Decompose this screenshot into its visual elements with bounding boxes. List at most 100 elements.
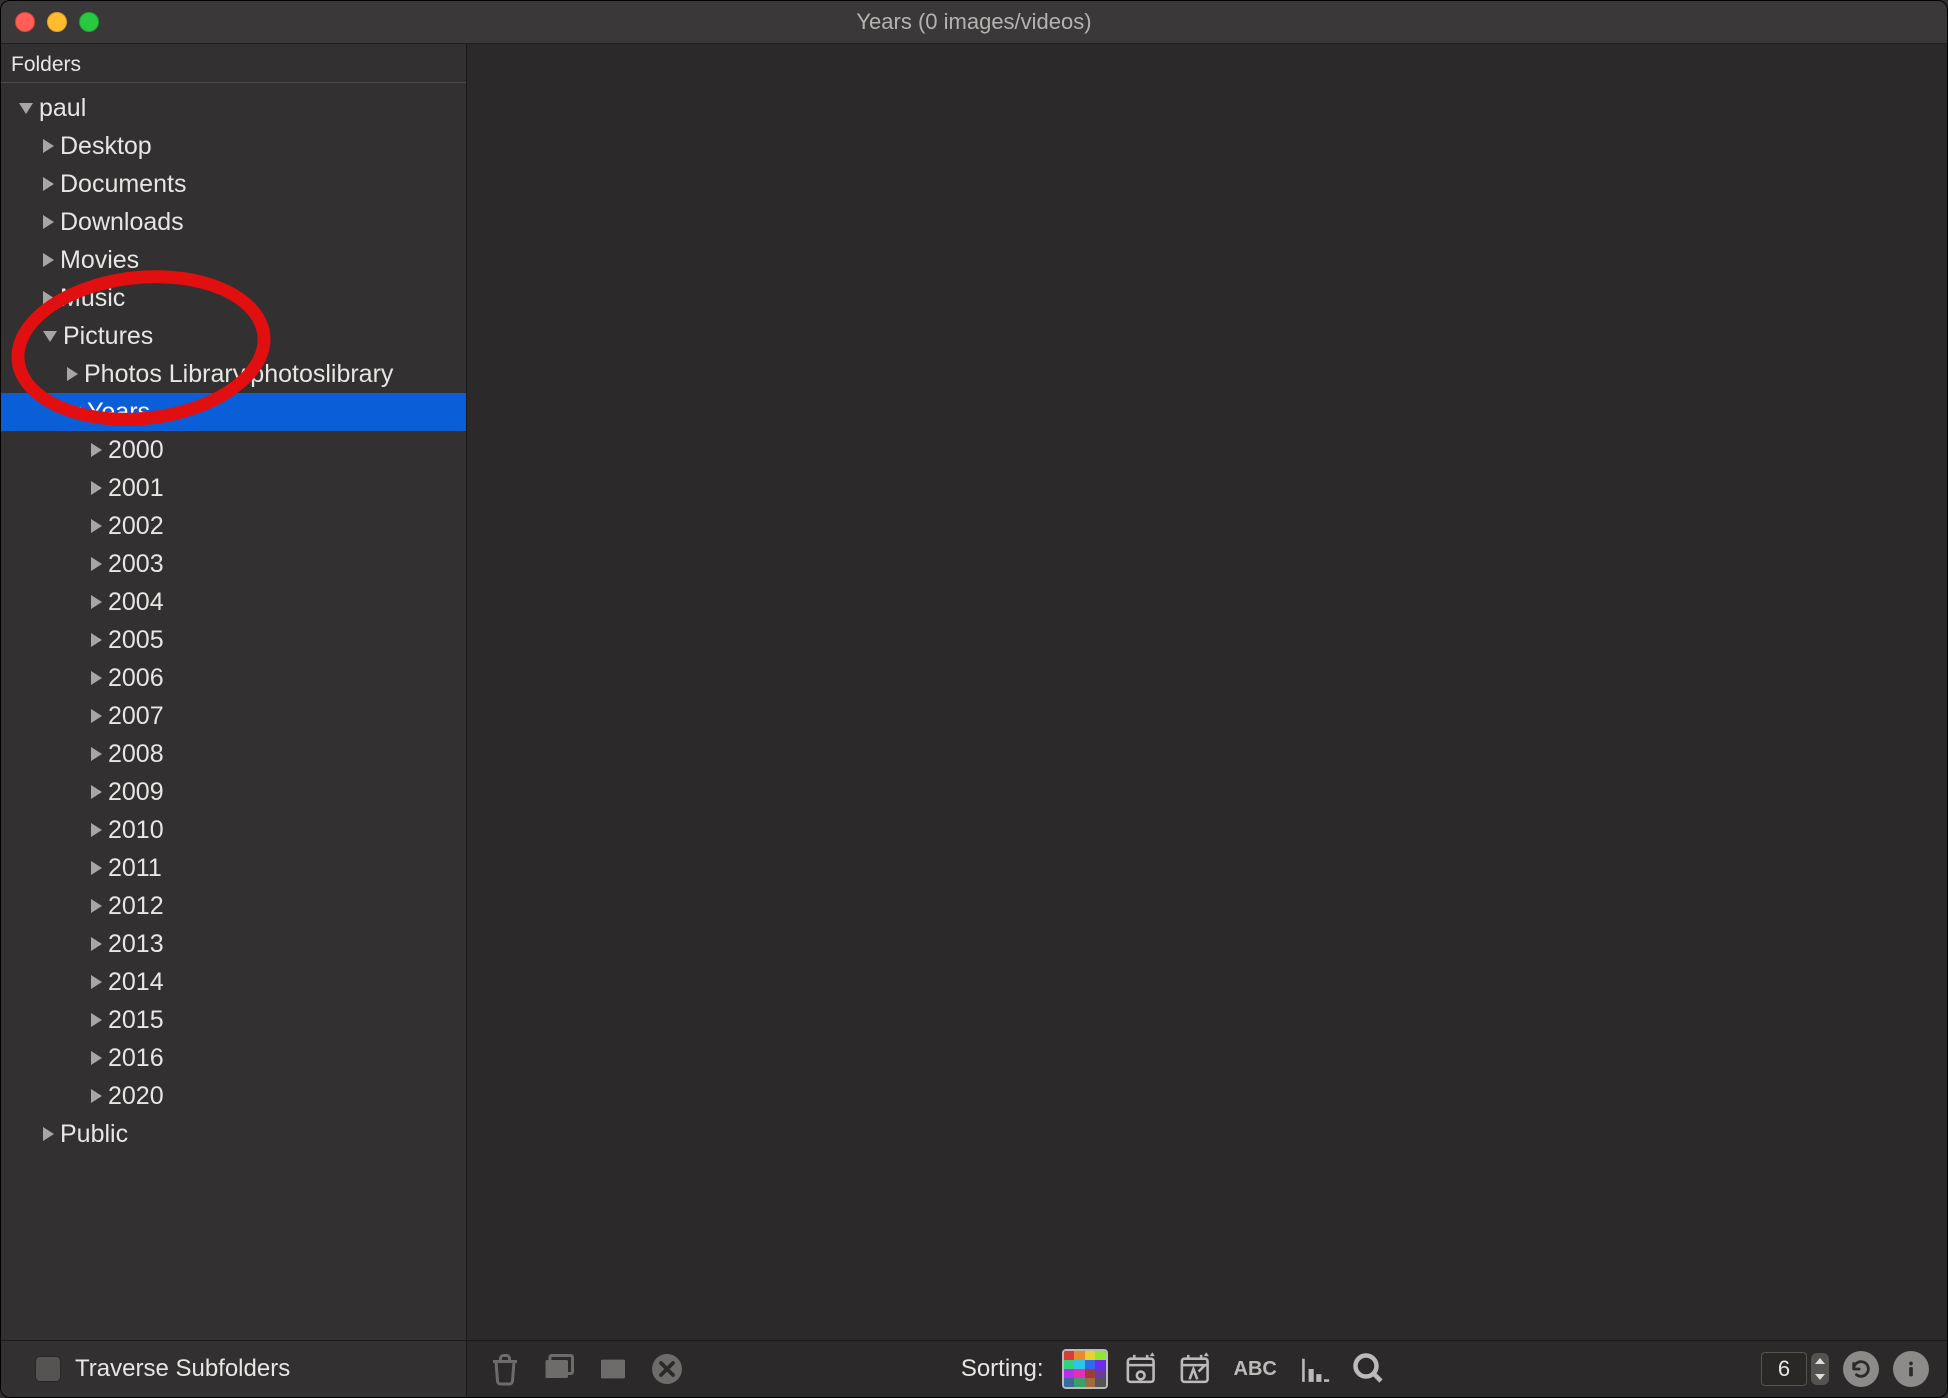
zoom-window-button[interactable] [79,12,99,32]
tree-item[interactable]: 2002 [1,507,466,545]
tree-item-label: 2020 [108,1082,164,1111]
disclosure-right-icon[interactable] [91,671,102,685]
thumbnail-columns-value[interactable]: 6 [1761,1352,1807,1386]
image-viewer[interactable] [467,44,1947,1340]
disclosure-right-icon[interactable] [91,747,102,761]
tree-item[interactable]: 2003 [1,545,466,583]
sorting-label: Sorting: [961,1355,1044,1383]
search-icon[interactable] [1349,1349,1389,1389]
tree-item-label: 2002 [108,512,164,541]
tree-item[interactable]: Desktop [1,127,466,165]
tree-item[interactable]: 2004 [1,583,466,621]
tree-item[interactable]: Public [1,1115,466,1153]
disclosure-right-icon[interactable] [91,899,102,913]
disclosure-right-icon[interactable] [91,443,102,457]
tree-item[interactable]: 2005 [1,621,466,659]
traverse-subfolders-label: Traverse Subfolders [75,1355,290,1383]
tree-item[interactable]: 2014 [1,963,466,1001]
tree-item-label: 2003 [108,550,164,579]
sidebar-header: Folders [1,44,466,83]
tree-item-label: Desktop [60,132,152,161]
minimize-window-button[interactable] [47,12,67,32]
traverse-subfolders-checkbox[interactable] [35,1356,61,1382]
disclosure-right-icon[interactable] [91,519,102,533]
sort-date-modified-button[interactable] [1176,1349,1216,1389]
sort-date-taken-button[interactable] [1122,1349,1162,1389]
trash-icon[interactable] [485,1349,525,1389]
disclosure-down-icon[interactable] [19,103,33,114]
disclosure-right-icon[interactable] [43,1127,54,1141]
disclosure-right-icon[interactable] [91,1051,102,1065]
tree-item[interactable]: 2020 [1,1077,466,1115]
disclosure-right-icon[interactable] [91,937,102,951]
tree-item-label: Documents [60,170,186,199]
clear-icon[interactable] [647,1349,687,1389]
disclosure-down-icon[interactable] [43,331,57,342]
sidebar-footer: Traverse Subfolders [1,1340,466,1397]
tree-item[interactable]: 2015 [1,1001,466,1039]
disclosure-right-icon[interactable] [91,633,102,647]
disclosure-right-icon[interactable] [43,291,54,305]
tree-item[interactable]: 2012 [1,887,466,925]
tree-item-label: 2005 [108,626,164,655]
tree-item-label: 2004 [108,588,164,617]
disclosure-right-icon[interactable] [91,823,102,837]
tree-item-label: 2000 [108,436,164,465]
disclosure-right-icon[interactable] [91,557,102,571]
tree-item[interactable]: Music [1,279,466,317]
tree-item[interactable]: 2013 [1,925,466,963]
disclosure-right-icon[interactable] [91,975,102,989]
info-button[interactable] [1893,1351,1929,1387]
tree-item[interactable]: 2016 [1,1039,466,1077]
sort-by-color-button[interactable] [1062,1349,1108,1389]
thumbnail-columns-arrows[interactable] [1811,1353,1829,1385]
disclosure-right-icon[interactable] [91,481,102,495]
tree-item[interactable]: 2008 [1,735,466,773]
refresh-button[interactable] [1843,1351,1879,1387]
tree-item-label: Downloads [60,208,184,237]
tree-item-label: 2008 [108,740,164,769]
tree-item[interactable]: 2011 [1,849,466,887]
window-title: Years (0 images/videos) [1,9,1947,35]
tree-item-pictures[interactable]: Pictures [1,317,466,355]
disclosure-down-icon[interactable] [67,407,81,418]
disclosure-right-icon[interactable] [91,709,102,723]
disclosure-right-icon[interactable] [43,215,54,229]
disclosure-right-icon[interactable] [91,1013,102,1027]
folder-tree[interactable]: paul Desktop Documents Downloads Mo [1,83,466,1340]
disclosure-right-icon[interactable] [91,1089,102,1103]
tree-item-label: 2012 [108,892,164,921]
tree-item-label: 2011 [108,854,162,883]
tree-item[interactable]: Downloads [1,203,466,241]
sort-histogram-button[interactable] [1295,1349,1335,1389]
tree-item[interactable]: 2001 [1,469,466,507]
disclosure-right-icon[interactable] [43,177,54,191]
disclosure-right-icon[interactable] [91,785,102,799]
stepper-up-icon[interactable] [1811,1353,1829,1369]
window-stack-icon[interactable] [539,1349,579,1389]
disclosure-right-icon[interactable] [67,367,78,381]
tree-item[interactable]: 2010 [1,811,466,849]
tree-item-years[interactable]: Years [1,393,466,431]
tree-item-label: 2014 [108,968,164,997]
disclosure-right-icon[interactable] [91,595,102,609]
tree-item[interactable]: 2006 [1,659,466,697]
tree-item[interactable]: Documents [1,165,466,203]
window-single-icon[interactable] [593,1349,633,1389]
tree-item-label: 2016 [108,1044,164,1073]
tree-item-label: 2001 [108,474,164,503]
tree-item[interactable]: 2000 [1,431,466,469]
sort-name-button[interactable]: ABC [1230,1349,1281,1389]
tree-item-label: Movies [60,246,139,275]
disclosure-right-icon[interactable] [43,253,54,267]
tree-item[interactable]: Photos Library.photoslibrary [1,355,466,393]
disclosure-right-icon[interactable] [43,139,54,153]
tree-item[interactable]: Movies [1,241,466,279]
close-window-button[interactable] [15,12,35,32]
stepper-down-icon[interactable] [1811,1369,1829,1385]
tree-item-root[interactable]: paul [1,89,466,127]
tree-item[interactable]: 2009 [1,773,466,811]
tree-item-label: 2010 [108,816,164,845]
tree-item[interactable]: 2007 [1,697,466,735]
disclosure-right-icon[interactable] [91,861,102,875]
